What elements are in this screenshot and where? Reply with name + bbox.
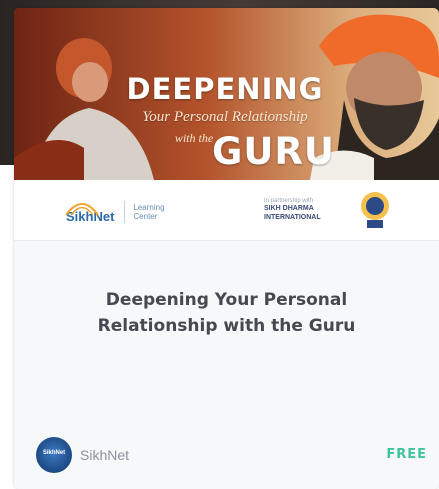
course-card-body: Deepening Your Personal Relationship wit…	[14, 240, 439, 489]
sikh-dharma-international-logo: In partnership with SIKH DHARMA INTERNAT…	[264, 188, 392, 232]
author-name[interactable]: SikhNet	[80, 447, 129, 463]
learning-center-text: Learning Center	[133, 203, 164, 221]
course-card-footer: SikhNet SikhNet FREE	[14, 435, 439, 475]
learning-center-line-1: Learning	[133, 203, 165, 212]
course-banner-image: DEEPENING Your Personal Relationship wit…	[14, 8, 439, 180]
logo-divider	[124, 201, 126, 223]
course-title[interactable]: Deepening Your Personal Relationship wit…	[44, 287, 409, 339]
course-card[interactable]: DEEPENING Your Personal Relationship wit…	[14, 8, 439, 489]
banner-title-guru: GURU	[212, 130, 335, 173]
course-title-line-2: Relationship with the Guru	[97, 316, 356, 336]
partner-text: In partnership with SIKH DHARMA INTERNAT…	[264, 198, 356, 222]
price-badge: FREE	[386, 447, 427, 462]
banner-subtitle: Your Personal Relationship	[142, 109, 308, 125]
sikh-dharma-emblem-icon	[361, 192, 389, 228]
course-title-line-1: Deepening Your Personal	[105, 290, 348, 310]
author-avatar-text: SikhNet	[42, 450, 66, 456]
partner-name-line-1: SIKH DHARMA	[264, 205, 314, 212]
sikhnet-arch-icon	[64, 197, 100, 227]
learning-center-line-2: Center	[133, 212, 158, 221]
banner-title-deepening: DEEPENING	[126, 72, 324, 106]
partner-name-line-2: INTERNATIONAL	[264, 214, 321, 221]
author-avatar[interactable]: SikhNet	[36, 437, 72, 473]
banner-subtitle-with-the: with the	[174, 131, 214, 145]
sikhnet-learning-center-logo: SikhNet Learning Center	[64, 194, 165, 230]
partner-logo-strip: SikhNet Learning Center In partnership w…	[14, 180, 439, 240]
